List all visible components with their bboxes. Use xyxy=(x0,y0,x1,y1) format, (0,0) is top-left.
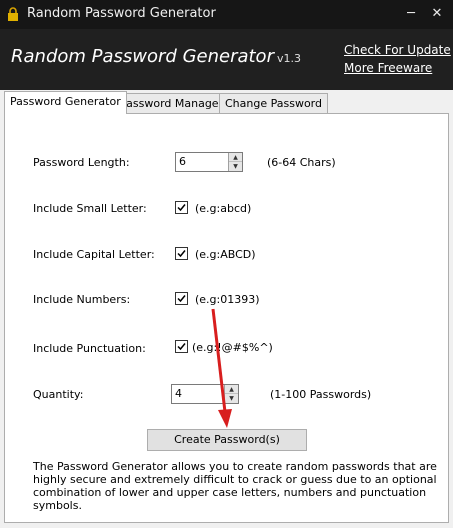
capital-letter-checkbox[interactable] xyxy=(175,247,188,260)
app-header: Random Password Generator v1.3 Check For … xyxy=(0,29,453,90)
small-letter-checkbox[interactable] xyxy=(175,201,188,214)
password-length-value: 6 xyxy=(179,155,186,168)
numbers-checkbox[interactable] xyxy=(175,292,188,305)
spin-down-icon[interactable]: ▼ xyxy=(225,394,238,403)
password-length-label: Password Length: xyxy=(33,156,130,169)
window-title: Random Password Generator xyxy=(27,6,216,21)
more-freeware-link[interactable]: More Freeware xyxy=(344,61,432,75)
numbers-hint: (e.g:01393) xyxy=(195,293,260,306)
spin-up-icon[interactable]: ▲ xyxy=(225,385,238,394)
quantity-hint: (1-100 Passwords) xyxy=(270,388,372,401)
punctuation-checkbox[interactable] xyxy=(175,340,188,353)
checkmark-icon xyxy=(177,343,186,351)
tab-password-generator[interactable]: Password Generator xyxy=(4,91,127,114)
tab-change-password[interactable]: Change Password xyxy=(219,93,328,113)
checkmark-icon xyxy=(177,250,186,258)
quantity-value: 4 xyxy=(175,387,182,400)
spin-down-icon[interactable]: ▼ xyxy=(229,162,242,171)
small-letter-label: Include Small Letter: xyxy=(33,202,147,215)
minimize-button[interactable]: ─ xyxy=(401,5,421,23)
password-length-hint: (6-64 Chars) xyxy=(267,156,336,169)
checkmark-icon xyxy=(177,204,186,212)
checkmark-icon xyxy=(177,295,186,303)
check-update-link[interactable]: Check For Update xyxy=(344,43,451,57)
quantity-label: Quantity: xyxy=(33,388,84,401)
small-letter-hint: (e.g:abcd) xyxy=(195,202,252,215)
app-name: Random Password Generator xyxy=(11,46,274,67)
punctuation-label: Include Punctuation: xyxy=(33,342,146,355)
title-bar: Random Password Generator ─ ✕ xyxy=(0,0,453,29)
password-length-stepper[interactable]: 6 ▲ ▼ xyxy=(175,152,243,172)
quantity-stepper[interactable]: 4 ▲ ▼ xyxy=(171,384,239,404)
numbers-label: Include Numbers: xyxy=(33,293,131,306)
capital-letter-hint: (e.g:ABCD) xyxy=(195,248,256,261)
punctuation-hint: (e.g:!@#$%^) xyxy=(192,341,273,354)
app-version: v1.3 xyxy=(276,52,301,65)
create-password-button[interactable]: Create Password(s) xyxy=(147,429,307,451)
lock-icon xyxy=(8,7,18,21)
tab-password-manager[interactable]: Password Manager xyxy=(114,93,230,113)
capital-letter-label: Include Capital Letter: xyxy=(33,248,155,261)
description-text: The Password Generator allows you to cre… xyxy=(33,460,437,512)
generator-panel: Password Length: 6 ▲ ▼ (6-64 Chars) Incl… xyxy=(4,113,449,523)
quantity-spin: ▲ ▼ xyxy=(224,385,238,403)
app-name-banner: Random Password Generator v1.3 xyxy=(11,46,301,67)
close-button[interactable]: ✕ xyxy=(427,5,447,23)
spin-up-icon[interactable]: ▲ xyxy=(229,153,242,162)
main-area: Password Generator Password Manager Chan… xyxy=(0,90,453,528)
password-length-spin: ▲ ▼ xyxy=(228,153,242,171)
